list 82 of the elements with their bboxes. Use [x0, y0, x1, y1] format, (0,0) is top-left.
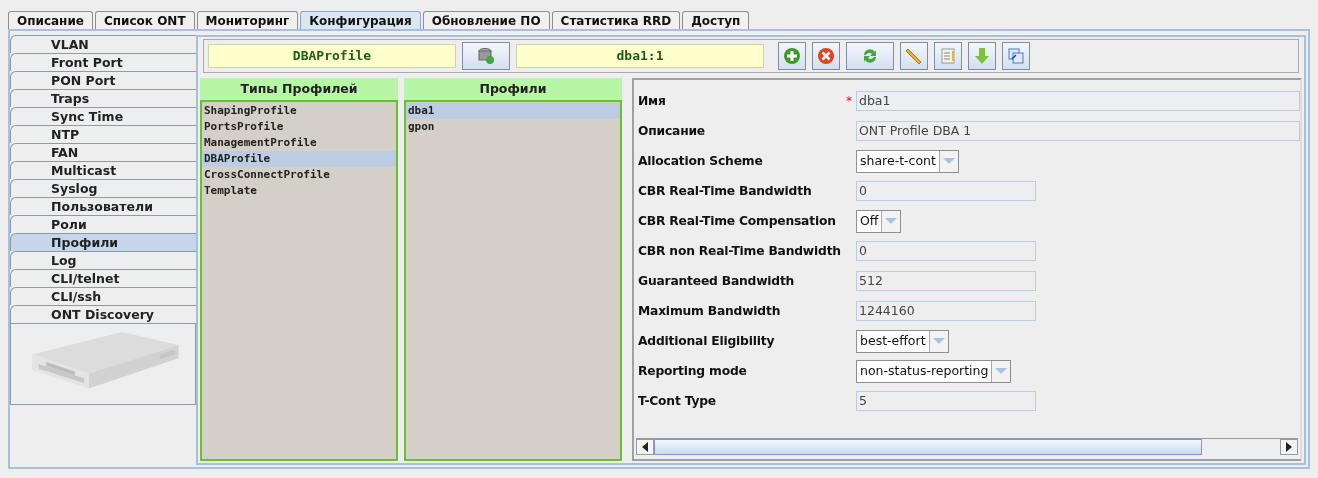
field-label: Имя: [638, 94, 667, 108]
sidebar-item[interactable]: Пользователи: [10, 197, 196, 215]
list-item[interactable]: ShapingProfile: [202, 103, 396, 119]
field-label: Additional Eligibility: [638, 334, 776, 348]
refresh-button[interactable]: [846, 42, 894, 70]
sidebar-item[interactable]: Профили: [10, 233, 196, 251]
field-label: Описание: [638, 124, 706, 138]
tab[interactable]: Доступ: [682, 11, 750, 29]
text-field[interactable]: ONT Profile DBA 1: [856, 121, 1300, 141]
text-field[interactable]: 1244160: [856, 301, 1036, 321]
sidebar-item[interactable]: Sync Time: [10, 107, 196, 125]
list-item[interactable]: Template: [202, 183, 396, 199]
database-refresh-button[interactable]: [462, 42, 510, 70]
tab[interactable]: Описание: [8, 11, 93, 29]
text-field[interactable]: 5: [856, 391, 1036, 411]
right-arrow-icon: [1286, 442, 1292, 452]
sidebar-item[interactable]: Syslog: [10, 179, 196, 197]
field-label: Allocation Scheme: [638, 154, 764, 168]
close-icon: [817, 47, 835, 65]
sidebar-item[interactable]: Log: [10, 251, 196, 269]
tab[interactable]: Статистика RRD: [551, 11, 681, 29]
copy-icon: [1007, 47, 1025, 65]
sidebar-item[interactable]: ONT Discovery: [10, 305, 196, 323]
field-label: Reporting mode: [638, 364, 748, 378]
text-field[interactable]: dba1: [856, 91, 1300, 111]
dropdown[interactable]: non-status-reporting: [856, 359, 1012, 383]
tab[interactable]: Конфигурация: [300, 11, 421, 29]
list-item[interactable]: CrossConnectProfile: [202, 167, 396, 183]
field-label: CBR non Real-Time Bandwidth: [638, 244, 842, 258]
sidebar-item[interactable]: VLAN: [10, 35, 196, 53]
list-item[interactable]: ManagementProfile: [202, 135, 396, 151]
field-label: Maximum Bandwidth: [638, 304, 782, 318]
sidebar-item[interactable]: PON Port: [10, 71, 196, 89]
list-item[interactable]: gpon: [406, 119, 620, 135]
dropdown[interactable]: share-t-cont: [856, 149, 959, 173]
sidebar-item[interactable]: CLI/telnet: [10, 269, 196, 287]
field-label: Guaranteed Bandwidth: [638, 274, 796, 288]
plus-icon: [783, 47, 801, 65]
field-label: T-Cont Type: [638, 394, 717, 408]
copy-button[interactable]: [1002, 42, 1030, 70]
add-button[interactable]: [778, 42, 806, 70]
text-field[interactable]: 512: [856, 271, 1036, 291]
list-header: Профили: [404, 78, 622, 100]
sidebar-item[interactable]: NTP: [10, 125, 196, 143]
tab[interactable]: Список ONT: [94, 11, 195, 29]
down-arrow-icon: [973, 47, 991, 65]
caret-icon: [885, 217, 898, 225]
field-label: CBR Real-Time Compensation: [638, 214, 837, 228]
database-icon: [477, 47, 495, 65]
refresh-icon: [861, 47, 879, 65]
caret-icon: [942, 157, 955, 165]
document-button[interactable]: [934, 42, 962, 70]
pencil-icon: [905, 47, 923, 65]
profile-id-field[interactable]: dba1:1: [516, 44, 764, 68]
left-arrow-icon: [642, 442, 648, 452]
horizontal-scrollbar[interactable]: [636, 438, 1298, 455]
dropdown[interactable]: best-effort: [856, 329, 949, 353]
sidebar-item[interactable]: FAN: [10, 143, 196, 161]
sidebar-item[interactable]: Traps: [10, 89, 196, 107]
sidebar-item[interactable]: Multicast: [10, 161, 196, 179]
dropdown[interactable]: Off: [856, 209, 902, 233]
list-item[interactable]: DBAProfile: [202, 151, 396, 167]
field-label: CBR Real-Time Bandwidth: [638, 184, 813, 198]
document-icon: [939, 47, 957, 65]
sidebar-item[interactable]: Роли: [10, 215, 196, 233]
list-header: Типы Профилей: [200, 78, 398, 100]
tab[interactable]: Обновление ПО: [422, 11, 550, 29]
sidebar-item[interactable]: CLI/ssh: [10, 287, 196, 305]
tab[interactable]: Мониторинг: [196, 11, 299, 29]
list-item[interactable]: dba1: [406, 103, 620, 119]
text-field[interactable]: 0: [856, 241, 1036, 261]
required-mark: *: [846, 94, 852, 108]
caret-icon: [995, 367, 1008, 375]
text-field[interactable]: 0: [856, 181, 1036, 201]
sidebar-item[interactable]: Front Port: [10, 53, 196, 71]
profile-type-field[interactable]: DBAProfile: [208, 44, 456, 68]
edit-button[interactable]: [900, 42, 928, 70]
caret-icon: [932, 337, 945, 345]
delete-button[interactable]: [812, 42, 840, 70]
scrollbar-thumb[interactable]: [654, 439, 1202, 455]
list-item[interactable]: PortsProfile: [202, 119, 396, 135]
download-button[interactable]: [968, 42, 996, 70]
